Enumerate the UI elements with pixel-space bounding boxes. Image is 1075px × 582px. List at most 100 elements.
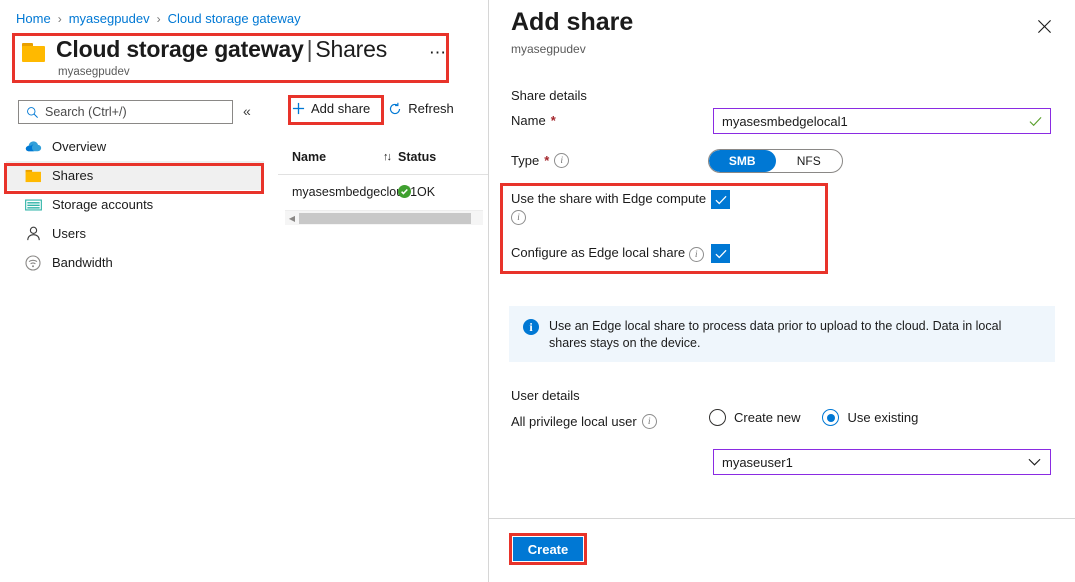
user-mode-radio-group: Create new Use existing <box>709 409 918 426</box>
share-name-field[interactable] <box>713 108 1051 134</box>
breadcrumb-separator: › <box>157 12 161 26</box>
search-icon <box>26 106 39 119</box>
edge-compute-checkbox-label: Use the share with Edge compute i <box>511 190 711 225</box>
chevron-double-left-icon[interactable]: « <box>243 103 251 119</box>
plus-icon <box>292 102 305 115</box>
check-circle-icon <box>398 185 411 198</box>
info-icon: i <box>523 319 539 335</box>
breadcrumb: Home › myasegpudev › Cloud storage gatew… <box>16 11 301 26</box>
info-icon[interactable]: i <box>642 414 657 429</box>
share-details-heading: Share details <box>511 88 587 103</box>
breadcrumb-item-home[interactable]: Home <box>16 11 51 26</box>
type-label-text: Type <box>511 153 539 168</box>
edge-local-share-checkbox-row: Configure as Edge local share i <box>511 244 811 263</box>
cell-share-status: OK <box>398 185 474 199</box>
radio-create-new-label: Create new <box>734 410 800 425</box>
privilege-user-label: All privilege local user i <box>511 414 657 429</box>
type-option-smb[interactable]: SMB <box>709 150 776 172</box>
column-header-status[interactable]: Status <box>398 150 474 164</box>
resource-pane: Home › myasegpudev › Cloud storage gatew… <box>0 0 488 582</box>
refresh-icon <box>388 102 402 116</box>
sort-icon[interactable]: ↑↓ <box>383 151 390 163</box>
scroll-left-arrow-icon[interactable]: ◀ <box>285 214 299 223</box>
page-title-resource: Cloud storage gateway <box>56 36 304 62</box>
info-icon[interactable]: i <box>554 153 569 168</box>
refresh-button[interactable]: Refresh <box>386 98 456 119</box>
share-type-toggle[interactable]: SMB NFS <box>708 149 843 173</box>
column-header-name[interactable]: Name ↑↓ <box>278 150 398 164</box>
type-option-nfs[interactable]: NFS <box>776 150 843 172</box>
add-share-panel: Add share myasegpudev Share details Name… <box>488 0 1075 582</box>
add-share-button[interactable]: Add share <box>290 98 372 119</box>
sidebar-item-label: Users <box>52 226 86 241</box>
required-indicator: * <box>551 113 556 128</box>
edge-local-share-checkbox[interactable] <box>711 244 730 263</box>
close-icon[interactable] <box>1034 16 1054 36</box>
privilege-label-text: All privilege local user <box>511 414 637 429</box>
footer-divider <box>489 518 1075 519</box>
page-title: Cloud storage gateway|Shares <box>56 36 387 63</box>
create-button[interactable]: Create <box>513 537 583 561</box>
breadcrumb-item-resource-group[interactable]: myasegpudev <box>69 11 150 26</box>
sidebar-nav: Overview Shares Storage accounts <box>6 132 264 277</box>
sidebar-item-label: Storage accounts <box>52 197 153 212</box>
folder-icon <box>22 43 46 63</box>
user-icon <box>24 225 42 243</box>
column-header-name-label: Name <box>292 150 326 164</box>
sidebar-item-storage-accounts[interactable]: Storage accounts <box>6 190 264 219</box>
command-bar: Add share Refresh <box>290 98 456 119</box>
edge-local-share-checkbox-label: Configure as Edge local share i <box>511 244 711 262</box>
table-horizontal-scrollbar[interactable]: ◀ <box>285 210 483 225</box>
storage-account-icon <box>24 196 42 214</box>
cloud-icon <box>24 138 42 156</box>
more-options-button[interactable]: ⋯ <box>429 43 447 63</box>
user-details-heading: User details <box>511 388 580 403</box>
status-badge: OK <box>417 185 435 199</box>
sidebar-item-overview[interactable]: Overview <box>6 132 264 161</box>
name-label-text: Name <box>511 113 546 128</box>
info-banner-text: Use an Edge local share to process data … <box>549 318 1041 352</box>
shares-table: Name ↑↓ Status myasesmbedgecloud1 OK <box>278 140 488 208</box>
scrollbar-thumb[interactable] <box>299 213 471 224</box>
add-share-label: Add share <box>311 101 370 116</box>
panel-subtitle: myasegpudev <box>511 42 586 56</box>
resource-subtitle: myasegpudev <box>58 66 130 78</box>
column-header-status-label: Status <box>398 150 436 164</box>
chevron-down-icon <box>1028 458 1041 467</box>
radio-use-existing[interactable]: Use existing <box>822 409 918 426</box>
search-input[interactable] <box>45 105 215 119</box>
sidebar-item-label: Bandwidth <box>52 255 113 270</box>
info-icon[interactable]: i <box>689 247 704 262</box>
sidebar-item-users[interactable]: Users <box>6 219 264 248</box>
radio-circle-selected-icon <box>822 409 839 426</box>
folder-icon <box>24 167 42 185</box>
radio-use-existing-label: Use existing <box>847 410 918 425</box>
existing-user-dropdown[interactable]: myaseuser1 <box>713 449 1051 475</box>
radio-circle-icon <box>709 409 726 426</box>
refresh-label: Refresh <box>408 101 454 116</box>
search-box[interactable] <box>18 100 233 124</box>
sidebar-item-label: Shares <box>52 168 93 183</box>
sidebar-item-label: Overview <box>52 139 106 154</box>
breadcrumb-item-cloud-storage-gateway[interactable]: Cloud storage gateway <box>168 11 301 26</box>
required-indicator: * <box>544 153 549 168</box>
share-name-input[interactable] <box>714 114 1022 129</box>
page-title-separator: | <box>307 36 313 62</box>
checkmark-icon <box>1029 116 1042 127</box>
panel-title: Add share <box>511 8 633 37</box>
type-field-label: Type * i <box>511 153 569 168</box>
info-icon[interactable]: i <box>511 210 526 225</box>
page-title-section: Shares <box>315 36 387 62</box>
name-field-label: Name * <box>511 113 556 128</box>
sidebar-item-shares[interactable]: Shares <box>6 161 264 190</box>
page-header: Cloud storage gateway|Shares ⋯ myasegpud… <box>14 34 448 82</box>
existing-user-value: myaseuser1 <box>714 455 793 470</box>
table-row[interactable]: myasesmbedgecloud1 OK <box>278 175 488 208</box>
cell-share-name: myasesmbedgecloud1 <box>278 185 398 199</box>
radio-create-new[interactable]: Create new <box>709 409 800 426</box>
edge-compute-checkbox-row: Use the share with Edge compute i <box>511 190 811 225</box>
bandwidth-icon <box>24 254 42 272</box>
info-banner: i Use an Edge local share to process dat… <box>509 306 1055 362</box>
sidebar-item-bandwidth[interactable]: Bandwidth <box>6 248 264 277</box>
edge-compute-checkbox[interactable] <box>711 190 730 209</box>
